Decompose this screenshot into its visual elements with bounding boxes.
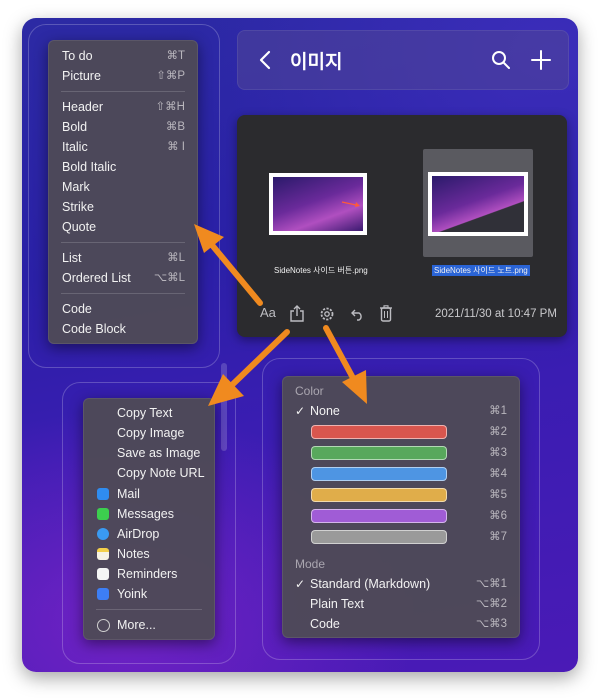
- menu-item-more[interactable]: More...: [84, 615, 214, 635]
- menu-item-bold[interactable]: Bold ⌘B: [49, 117, 197, 137]
- menu-item-yoink[interactable]: Yoink: [84, 584, 214, 604]
- airdrop-icon: [97, 528, 109, 540]
- messages-icon: [97, 508, 109, 520]
- menu-item-header[interactable]: Header ⇧⌘H: [49, 97, 197, 117]
- undo-icon[interactable]: [349, 308, 365, 321]
- red-arrow-icon: [341, 201, 360, 207]
- color-section-header: Color: [295, 384, 324, 398]
- color-option-yellow[interactable]: ⌘5: [283, 485, 519, 505]
- mode-option-code[interactable]: Code ⌥⌘3: [283, 614, 519, 634]
- menu-separator: [61, 293, 185, 294]
- menu-separator: [96, 609, 202, 610]
- menu-item-copy-image[interactable]: Copy Image: [84, 423, 214, 443]
- menu-item-todo[interactable]: To do ⌘T: [49, 46, 197, 66]
- note-date: 2021/11/30 at 10:47 PM: [435, 308, 557, 320]
- menu-item-airdrop[interactable]: AirDrop: [84, 524, 214, 544]
- color-option-purple[interactable]: ⌘6: [283, 506, 519, 526]
- app-window: 이미지 SideNotes 사이드 버튼.png SideNotes 사이드 노…: [22, 18, 578, 672]
- gear-icon[interactable]: [319, 306, 335, 322]
- more-icon: [97, 619, 110, 632]
- back-chevron-icon[interactable]: [258, 49, 272, 71]
- image-thumbnail[interactable]: [269, 173, 367, 235]
- menu-item-reminders[interactable]: Reminders: [84, 564, 214, 584]
- menu-separator: [61, 242, 185, 243]
- image-selection-highlight[interactable]: [423, 149, 533, 257]
- color-option-green[interactable]: ⌘3: [283, 443, 519, 463]
- color-option-gray[interactable]: ⌘7: [283, 527, 519, 547]
- reminders-icon: [97, 568, 109, 580]
- image-caption: SideNotes 사이드 버튼.png: [274, 266, 368, 275]
- format-text-icon[interactable]: Aa: [260, 305, 276, 320]
- green-swatch: [311, 446, 447, 460]
- menu-item-picture[interactable]: Picture ⇧⌘P: [49, 66, 197, 86]
- checkmark-icon: ✓: [295, 404, 306, 418]
- purple-swatch: [311, 509, 447, 523]
- menu-item-mark[interactable]: Mark: [49, 177, 197, 197]
- menu-item-code[interactable]: Code: [49, 299, 197, 319]
- notes-icon: [97, 548, 109, 560]
- menu-separator: [61, 91, 185, 92]
- trash-icon[interactable]: [379, 305, 393, 322]
- add-icon[interactable]: [530, 49, 552, 71]
- menu-item-mail[interactable]: Mail: [84, 484, 214, 504]
- blue-swatch: [311, 467, 447, 481]
- gray-swatch: [311, 530, 447, 544]
- image-caption-selected: SideNotes 사이드 노트.png: [432, 265, 530, 276]
- color-option-none[interactable]: ✓ None ⌘1: [283, 401, 519, 421]
- menu-item-save-as-image[interactable]: Save as Image: [84, 443, 214, 463]
- menu-item-list[interactable]: List ⌘L: [49, 248, 197, 268]
- yoink-icon: [97, 588, 109, 600]
- color-option-red[interactable]: ⌘2: [283, 422, 519, 442]
- menu-item-italic[interactable]: Italic ⌘ I: [49, 137, 197, 157]
- scrollbar-thumb[interactable]: [221, 363, 227, 451]
- mode-option-plain-text[interactable]: Plain Text ⌥⌘2: [283, 594, 519, 614]
- checkmark-icon: ✓: [295, 577, 306, 591]
- menu-item-strike[interactable]: Strike: [49, 197, 197, 217]
- share-menu: Copy Text Copy Image Save as Image Copy …: [83, 398, 215, 640]
- menu-item-copy-text[interactable]: Copy Text: [84, 403, 214, 423]
- search-icon[interactable]: [491, 50, 511, 70]
- mail-icon: [97, 488, 109, 500]
- menu-item-quote[interactable]: Quote: [49, 217, 197, 237]
- menu-item-code-block[interactable]: Code Block: [49, 319, 197, 339]
- mode-option-standard[interactable]: ✓ Standard (Markdown) ⌥⌘1: [283, 574, 519, 594]
- red-swatch: [311, 425, 447, 439]
- menu-item-copy-note-url[interactable]: Copy Note URL: [84, 463, 214, 483]
- page-title: 이미지: [290, 52, 343, 73]
- menu-item-bold-italic[interactable]: Bold Italic: [49, 157, 197, 177]
- image-note-card: SideNotes 사이드 버튼.png SideNotes 사이드 노트.pn…: [237, 115, 567, 337]
- menu-item-ordered-list[interactable]: Ordered List ⌥⌘L: [49, 268, 197, 288]
- settings-menu: Color ✓ None ⌘1 ⌘2 ⌘3 ⌘4 ⌘5 ⌘6 ⌘7 Mode ✓ St…: [282, 376, 520, 638]
- menu-item-notes[interactable]: Notes: [84, 544, 214, 564]
- color-option-blue[interactable]: ⌘4: [283, 464, 519, 484]
- share-icon[interactable]: [290, 305, 304, 322]
- yellow-swatch: [311, 488, 447, 502]
- menu-item-messages[interactable]: Messages: [84, 504, 214, 524]
- note-title-bar: 이미지: [237, 30, 569, 90]
- format-menu: To do ⌘T Picture ⇧⌘P Header ⇧⌘H Bold ⌘B Ital…: [48, 40, 198, 344]
- mode-section-header: Mode: [295, 557, 326, 571]
